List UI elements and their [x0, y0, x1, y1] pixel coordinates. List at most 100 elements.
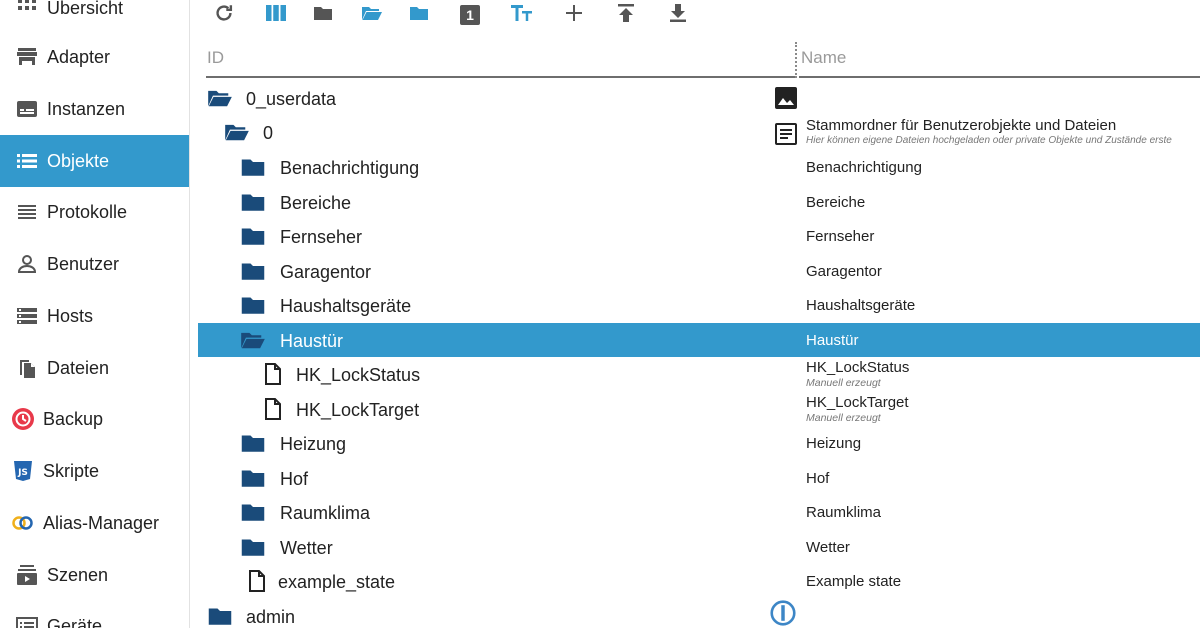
- add-button[interactable]: [559, 2, 589, 28]
- sidebar-item-alias-manager[interactable]: Alias-Manager: [0, 497, 189, 549]
- expand-one-level-button[interactable]: [404, 2, 434, 28]
- sidebar-item-hosts[interactable]: Hosts: [0, 290, 189, 342]
- sidebar-item-benutzer[interactable]: Benutzer: [0, 238, 189, 290]
- columns-icon: [265, 4, 287, 27]
- text-size-button[interactable]: [507, 2, 537, 28]
- table-row[interactable]: HK_LockTarget HK_LockTarget Manuell erze…: [198, 392, 1200, 426]
- sidebar-item-dateien[interactable]: Dateien: [0, 342, 189, 394]
- sidebar: Übersicht Adapter Instanzen Objekte Prot…: [0, 0, 190, 628]
- sidebar-item-label: Protokolle: [47, 202, 128, 222]
- sidebar-item-label: Hosts: [47, 306, 94, 326]
- sidebar-item-skripte[interactable]: JS Skripte: [0, 445, 189, 497]
- column-header-id[interactable]: ID: [207, 48, 224, 68]
- row-name: Raumklima: [806, 504, 882, 521]
- files-icon: [15, 356, 39, 380]
- row-name: Garagentor: [806, 263, 882, 280]
- alias-rings-icon: [11, 511, 35, 535]
- table-row[interactable]: 0 Stammordner für Benutzerobjekte und Da…: [198, 115, 1200, 149]
- folder-icon: [240, 155, 266, 179]
- table-row-selected[interactable]: Haustür Haustür: [198, 323, 1200, 357]
- sidebar-item-geraete[interactable]: Geräte: [0, 600, 189, 628]
- row-id: HK_LockTarget: [296, 400, 420, 420]
- row-id: Bereiche: [280, 193, 352, 213]
- upload-button[interactable]: [611, 2, 641, 28]
- table-row[interactable]: HK_LockStatus HK_LockStatus Manuell erze…: [198, 357, 1200, 391]
- table-row[interactable]: Heizung Heizung: [198, 426, 1200, 460]
- table-row[interactable]: example_state Example state: [198, 564, 1200, 598]
- sidebar-item-szenen[interactable]: Szenen: [0, 549, 189, 601]
- sidebar-item-label: Alias-Manager: [43, 513, 160, 533]
- row-description: Manuell erzeugt: [806, 377, 881, 389]
- table-row[interactable]: Bereiche Bereiche: [198, 185, 1200, 219]
- folder-icon: [240, 500, 266, 524]
- count-badge-icon: 1: [460, 5, 480, 25]
- instances-icon: [15, 97, 39, 121]
- devices-icon: [15, 614, 39, 628]
- folder-blue-icon: [409, 5, 429, 26]
- sidebar-item-backup[interactable]: Backup: [0, 393, 189, 445]
- table-row[interactable]: Benachrichtigung Benachrichtigung: [198, 150, 1200, 184]
- row-name: Haustür: [806, 332, 859, 349]
- sidebar-item-objekte[interactable]: Objekte: [0, 135, 189, 187]
- refresh-icon: [213, 2, 235, 29]
- table-row[interactable]: Hof Hof: [198, 461, 1200, 495]
- scenes-icon: [15, 563, 39, 587]
- expand-all-button[interactable]: [357, 2, 387, 28]
- row-name: Heizung: [806, 435, 862, 452]
- plus-icon: [565, 4, 583, 27]
- row-name: Wetter: [806, 539, 850, 556]
- row-description: Manuell erzeugt: [806, 412, 881, 424]
- server-icon: [15, 304, 39, 328]
- sidebar-item-label: Übersicht: [47, 0, 124, 18]
- header-underline: [206, 76, 795, 78]
- folder-closed-icon: [313, 5, 333, 26]
- table-row[interactable]: 0_userdata: [198, 81, 1200, 115]
- file-icon: [260, 397, 286, 421]
- download-button[interactable]: [663, 2, 693, 28]
- count-badge-button[interactable]: 1: [455, 2, 485, 28]
- row-id: Wetter: [280, 538, 333, 558]
- table-row[interactable]: Garagentor Garagentor: [198, 254, 1200, 288]
- sidebar-item-instanzen[interactable]: Instanzen: [0, 83, 189, 135]
- column-header-name[interactable]: Name: [801, 48, 846, 68]
- row-name: HK_LockStatus: [806, 359, 910, 376]
- table-row[interactable]: Raumklima Raumklima: [198, 495, 1200, 529]
- iobroker-logo-icon: [770, 600, 796, 626]
- folder-icon: [240, 190, 266, 214]
- columns-button[interactable]: [261, 2, 291, 28]
- row-name: HK_LockTarget: [806, 394, 909, 411]
- header-underline: [799, 76, 1200, 78]
- row-id: Garagentor: [280, 262, 372, 282]
- folder-open-icon: [224, 120, 250, 144]
- table-row[interactable]: Haushaltsgeräte Haushaltsgeräte: [198, 288, 1200, 322]
- sidebar-item-label: Benutzer: [47, 254, 120, 274]
- row-name: Benachrichtigung: [806, 159, 922, 176]
- folder-icon: [240, 466, 266, 490]
- table-row[interactable]: Wetter Wetter: [198, 530, 1200, 564]
- sidebar-item-uebersicht[interactable]: Übersicht: [0, 0, 189, 34]
- refresh-button[interactable]: [209, 2, 239, 28]
- table-row[interactable]: Fernseher Fernseher: [198, 219, 1200, 253]
- row-id: HK_LockStatus: [296, 365, 421, 385]
- sidebar-item-label: Backup: [43, 409, 104, 429]
- download-icon: [669, 3, 687, 28]
- folder-icon: [240, 431, 266, 455]
- sidebar-item-protokolle[interactable]: Protokolle: [0, 186, 189, 238]
- collapse-all-button[interactable]: [308, 2, 338, 28]
- column-resize-handle[interactable]: [795, 42, 797, 78]
- backup-icon: [11, 407, 35, 431]
- folder-icon: [207, 604, 233, 628]
- grid-icon: [15, 0, 39, 20]
- row-id: Heizung: [280, 434, 347, 454]
- folder-icon: [240, 535, 266, 559]
- image-icon: [773, 86, 799, 110]
- row-id: 0_userdata: [246, 89, 337, 109]
- row-id: Hof: [280, 469, 309, 489]
- row-id: example_state: [278, 572, 396, 592]
- row-id: 0: [263, 123, 274, 143]
- text-size-icon: [510, 4, 534, 27]
- sidebar-item-adapter[interactable]: Adapter: [0, 31, 189, 83]
- file-icon: [260, 362, 286, 386]
- row-name: Stammordner für Benutzerobjekte und Date…: [806, 117, 1117, 134]
- sidebar-item-label: Objekte: [47, 151, 110, 171]
